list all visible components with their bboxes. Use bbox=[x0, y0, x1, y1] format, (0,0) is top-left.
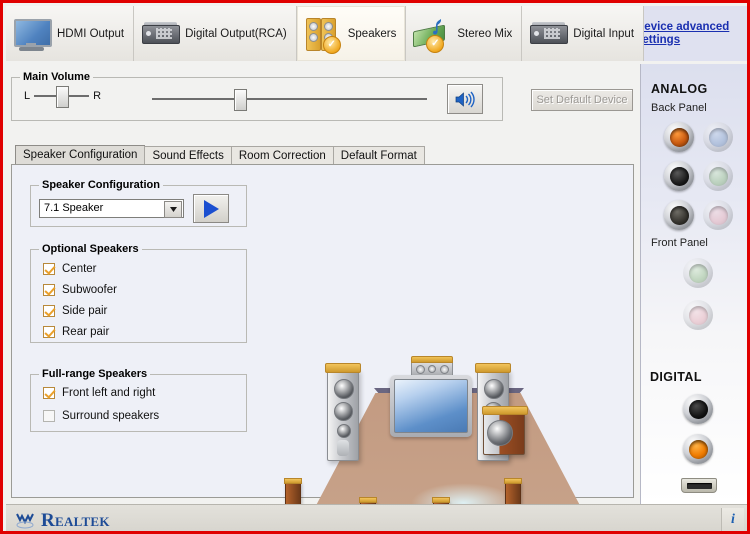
play-icon bbox=[203, 199, 219, 218]
analog-section-title: ANALOG bbox=[651, 82, 708, 96]
device-box-icon bbox=[140, 14, 181, 54]
set-default-device-button[interactable]: Set Default Device bbox=[531, 89, 633, 111]
front-jack-green[interactable] bbox=[683, 258, 713, 288]
tab-speaker-configuration[interactable]: Speaker Configuration bbox=[15, 145, 146, 165]
back-jack-pink[interactable] bbox=[703, 200, 733, 230]
device-tab-bar: HDMI Output Digital Output(RCA) ✓ Speake bbox=[6, 6, 747, 61]
speaker-configuration-panel: Speaker Configuration 7.1 Speaker Option… bbox=[11, 164, 634, 531]
device-advanced-settings[interactable]: Device advanced settings bbox=[629, 6, 747, 61]
balance-slider[interactable]: L R bbox=[24, 86, 102, 108]
device-tab-speakers[interactable]: ✓ Speakers bbox=[296, 6, 407, 61]
back-jack-blue[interactable] bbox=[703, 122, 733, 152]
back-jack-black[interactable] bbox=[664, 161, 694, 191]
realtek-logo-icon bbox=[14, 511, 36, 529]
digital-section-title: DIGITAL bbox=[650, 370, 702, 384]
device-tab-digital-output-rca[interactable]: Digital Output(RCA) bbox=[134, 6, 297, 61]
device-tab-stereo-mix[interactable]: ✓ Stereo Mix bbox=[406, 6, 523, 61]
device-tabs: HDMI Output Digital Output(RCA) ✓ Speake bbox=[6, 6, 645, 61]
speaker-volume-icon bbox=[455, 91, 475, 107]
checkbox-icon[interactable] bbox=[43, 263, 55, 275]
front-panel-title: Front Panel bbox=[651, 237, 708, 249]
speaker-configuration-group-title: Speaker Configuration bbox=[39, 179, 163, 191]
speaker-configuration-select[interactable]: 7.1 Speaker bbox=[39, 199, 184, 218]
volume-slider[interactable] bbox=[152, 89, 427, 111]
checkbox-rear-pair[interactable]: Rear pair bbox=[43, 326, 117, 338]
checkbox-label: Subwoofer bbox=[62, 284, 117, 296]
realtek-hd-audio-manager-window: HDMI Output Digital Output(RCA) ✓ Speake bbox=[0, 0, 750, 534]
checkbox-label: Side pair bbox=[62, 305, 108, 317]
front-left-tower-speaker bbox=[325, 363, 361, 461]
connector-sidebar: ANALOG Back Panel Front Panel DIGITAL bbox=[640, 64, 747, 504]
checkbox-icon[interactable] bbox=[43, 326, 55, 338]
optional-speakers-group: Optional Speakers Center Subwoofer Side … bbox=[30, 243, 247, 343]
optional-speakers-title: Optional Speakers bbox=[39, 243, 142, 255]
chevron-down-icon[interactable] bbox=[164, 201, 182, 218]
checkbox-icon[interactable] bbox=[43, 387, 55, 399]
checkbox-center[interactable]: Center bbox=[43, 263, 117, 275]
back-jack-orange[interactable] bbox=[664, 122, 694, 152]
device-tab-label: Digital Input bbox=[573, 27, 635, 40]
full-range-speakers-group: Full-range Speakers Front left and right… bbox=[30, 368, 247, 432]
main-volume-group: Main Volume L R bbox=[11, 71, 503, 121]
main-volume-title: Main Volume bbox=[20, 71, 94, 83]
back-panel-title: Back Panel bbox=[651, 102, 707, 114]
stereo-mix-icon: ✓ bbox=[412, 14, 452, 54]
front-jack-pink[interactable] bbox=[683, 300, 713, 330]
info-icon: i bbox=[731, 512, 735, 527]
status-bar: Realtek i bbox=[6, 504, 747, 531]
device-tab-digital-input[interactable]: Digital Input bbox=[522, 6, 645, 61]
tab-sound-effects[interactable]: Sound Effects bbox=[144, 146, 232, 165]
checkbox-label: Surround speakers bbox=[62, 410, 160, 422]
info-button[interactable]: i bbox=[721, 508, 744, 531]
checkbox-side-pair[interactable]: Side pair bbox=[43, 305, 117, 317]
balance-left-label: L bbox=[24, 90, 31, 102]
test-playback-button[interactable] bbox=[193, 194, 229, 223]
default-device-badge-icon: ✓ bbox=[322, 35, 341, 54]
checkbox-surround-speakers[interactable]: Surround speakers bbox=[43, 410, 159, 422]
settings-tab-strip: Speaker Configuration Sound Effects Room… bbox=[15, 145, 425, 165]
music-note-icon bbox=[433, 18, 442, 34]
digital-jack-orange-rca[interactable] bbox=[683, 434, 713, 464]
balance-right-label: R bbox=[93, 90, 102, 102]
device-box-icon bbox=[528, 14, 569, 54]
device-advanced-settings-link[interactable]: Device advanced settings bbox=[636, 21, 744, 47]
checkbox-label: Front left and right bbox=[62, 387, 156, 399]
device-tab-hdmi-output[interactable]: HDMI Output bbox=[6, 6, 135, 61]
speaker-configuration-value: 7.1 Speaker bbox=[44, 202, 104, 214]
full-range-speakers-title: Full-range Speakers bbox=[39, 368, 151, 380]
device-tab-label: Digital Output(RCA) bbox=[185, 27, 287, 40]
mute-toggle-button[interactable] bbox=[447, 84, 483, 114]
checkbox-icon[interactable] bbox=[43, 305, 55, 317]
volume-thumb[interactable] bbox=[234, 89, 247, 111]
speakers-icon: ✓ bbox=[303, 14, 343, 54]
tab-default-format[interactable]: Default Format bbox=[332, 146, 425, 165]
checkbox-subwoofer[interactable]: Subwoofer bbox=[43, 284, 117, 296]
tab-room-correction[interactable]: Room Correction bbox=[230, 146, 334, 165]
balance-track[interactable] bbox=[34, 86, 90, 108]
brand-name: Realtek bbox=[41, 509, 110, 531]
main-volume-area: Main Volume L R Set Default Device bbox=[11, 69, 633, 121]
digital-jack-black[interactable] bbox=[683, 394, 713, 424]
device-tab-label: Speakers bbox=[347, 27, 397, 40]
brand-logo: Realtek bbox=[14, 511, 110, 530]
balance-thumb[interactable] bbox=[56, 86, 70, 108]
checkbox-icon[interactable] bbox=[43, 410, 55, 422]
back-jack-grey[interactable] bbox=[664, 200, 694, 230]
checkbox-label: Rear pair bbox=[62, 326, 110, 338]
hdmi-connector[interactable] bbox=[681, 478, 717, 493]
speaker-configuration-group: Speaker Configuration 7.1 Speaker bbox=[30, 179, 247, 227]
default-device-badge-icon: ✓ bbox=[426, 34, 445, 53]
back-jack-green[interactable] bbox=[703, 161, 733, 191]
checkbox-label: Center bbox=[62, 263, 97, 275]
volume-track[interactable] bbox=[152, 89, 427, 111]
device-tab-label: Stereo Mix bbox=[457, 27, 513, 40]
subwoofer bbox=[482, 406, 528, 455]
checkbox-front-left-and-right[interactable]: Front left and right bbox=[43, 387, 159, 399]
television bbox=[390, 375, 472, 437]
device-tab-label: HDMI Output bbox=[57, 27, 125, 40]
monitor-icon bbox=[12, 14, 52, 54]
checkbox-icon[interactable] bbox=[43, 284, 55, 296]
